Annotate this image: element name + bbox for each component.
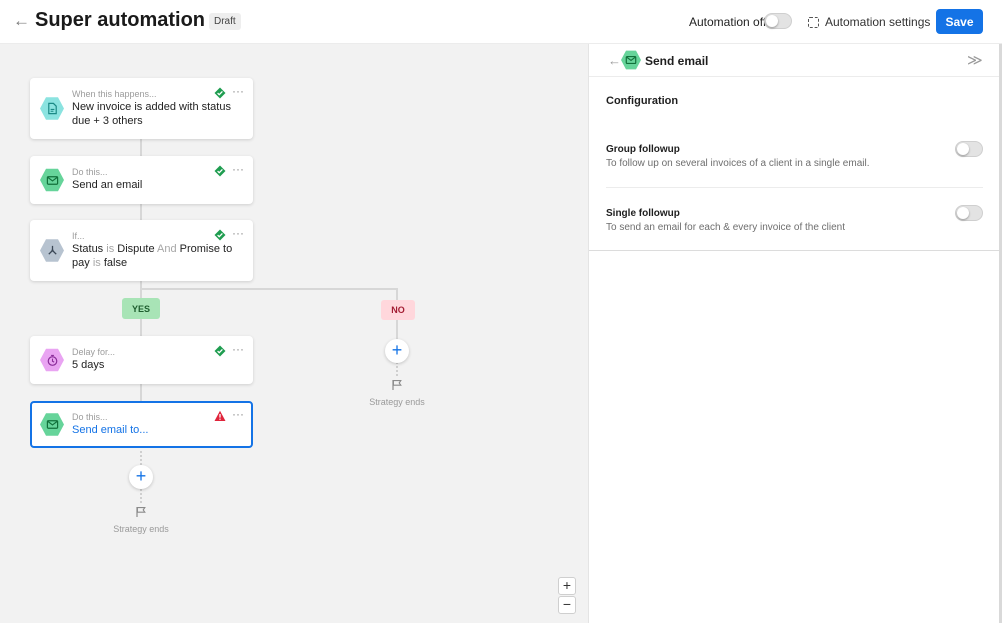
settings-frame-icon [808, 16, 819, 28]
invoice-icon [40, 97, 64, 120]
add-step-button[interactable]: + [129, 465, 153, 489]
timer-icon [40, 348, 64, 372]
add-step-button[interactable]: + [385, 339, 409, 363]
node-kicker: Do this... [72, 167, 108, 177]
section-heading: Configuration [606, 95, 679, 107]
connector [140, 384, 142, 401]
node-kicker: When this happens... [72, 89, 157, 99]
panel-back-icon[interactable]: ← [608, 53, 621, 68]
connector [396, 320, 398, 340]
panel-title: Send email [645, 54, 709, 68]
selected-action-node[interactable]: Do this... Send email to... ··· [30, 401, 253, 448]
yes-branch-label: YES [122, 298, 160, 319]
no-branch-label: NO [381, 300, 415, 320]
panel-header: ← Send email ≫ [589, 44, 1000, 77]
more-options-icon[interactable]: ··· [232, 342, 244, 356]
dotted-connector [396, 362, 398, 376]
node-kicker: If... [72, 231, 85, 241]
page-title: Super automation [35, 9, 206, 31]
flow-canvas[interactable]: When this happens... New invoice is adde… [0, 44, 588, 623]
valid-check-icon [214, 345, 226, 357]
automation-toggle[interactable] [764, 13, 792, 29]
condition-node[interactable]: If... Status is Dispute And Promise to p… [30, 220, 253, 281]
node-text: New invoice is added with status due + 3… [72, 101, 231, 127]
flag-icon [136, 507, 146, 517]
back-arrow-icon[interactable]: ← [13, 11, 30, 31]
connector [140, 319, 142, 336]
valid-check-icon [214, 87, 226, 99]
branch-connector [140, 288, 398, 290]
more-options-icon[interactable]: ··· [232, 84, 244, 98]
strategy-ends-label: Strategy ends [113, 524, 169, 534]
node-text: Send an email [72, 179, 143, 191]
valid-check-icon [214, 165, 226, 177]
node-text: Send email to... [72, 424, 149, 436]
automation-settings-button[interactable]: Automation settings [808, 12, 930, 32]
warning-icon [214, 410, 226, 421]
zoom-in-button[interactable]: + [558, 577, 576, 595]
automation-settings-label: Automation settings [825, 15, 931, 29]
group-followup-toggle[interactable] [955, 141, 983, 157]
save-button[interactable]: Save [936, 9, 983, 34]
automation-toggle-label: Automation off [689, 15, 767, 29]
zoom-out-button[interactable]: − [558, 596, 576, 614]
connector [396, 288, 398, 300]
single-followup-description: To send an email for each & every invoic… [606, 222, 846, 233]
collapse-panel-icon[interactable]: ≫ [967, 51, 983, 69]
connector [140, 139, 142, 156]
more-options-icon[interactable]: ··· [232, 162, 244, 176]
node-kicker: Delay for... [72, 347, 116, 357]
single-followup-toggle[interactable] [955, 205, 983, 221]
group-followup-description: To follow up on several invoices of a cl… [606, 158, 870, 169]
flag-icon [392, 380, 402, 390]
branch-icon [40, 239, 64, 262]
dotted-connector [140, 489, 142, 503]
delay-node[interactable]: Delay for... 5 days ··· [30, 336, 253, 384]
divider [589, 250, 1000, 251]
condition-text: Status is Dispute And Promise to pay is … [72, 243, 233, 269]
status-badge: Draft [209, 13, 241, 30]
trigger-node[interactable]: When this happens... New invoice is adde… [30, 78, 253, 139]
send-email-panel: ← Send email ≫ Configuration Group follo… [588, 44, 1000, 623]
action-node[interactable]: Do this... Send an email ··· [30, 156, 253, 204]
email-icon [40, 168, 64, 192]
more-options-icon[interactable]: ··· [232, 226, 244, 240]
node-text: 5 days [72, 359, 105, 371]
email-icon [621, 50, 641, 70]
dotted-connector [140, 446, 142, 465]
valid-check-icon [214, 229, 226, 241]
node-kicker: Do this... [72, 412, 108, 422]
strategy-ends-label: Strategy ends [369, 397, 425, 407]
email-icon [40, 413, 64, 436]
more-options-icon[interactable]: ··· [232, 407, 244, 421]
single-followup-title: Single followup [606, 208, 680, 219]
group-followup-title: Group followup [606, 144, 680, 155]
connector [140, 204, 142, 220]
divider [606, 187, 983, 188]
top-bar: ← Super automation Draft Automation off … [0, 0, 1002, 44]
